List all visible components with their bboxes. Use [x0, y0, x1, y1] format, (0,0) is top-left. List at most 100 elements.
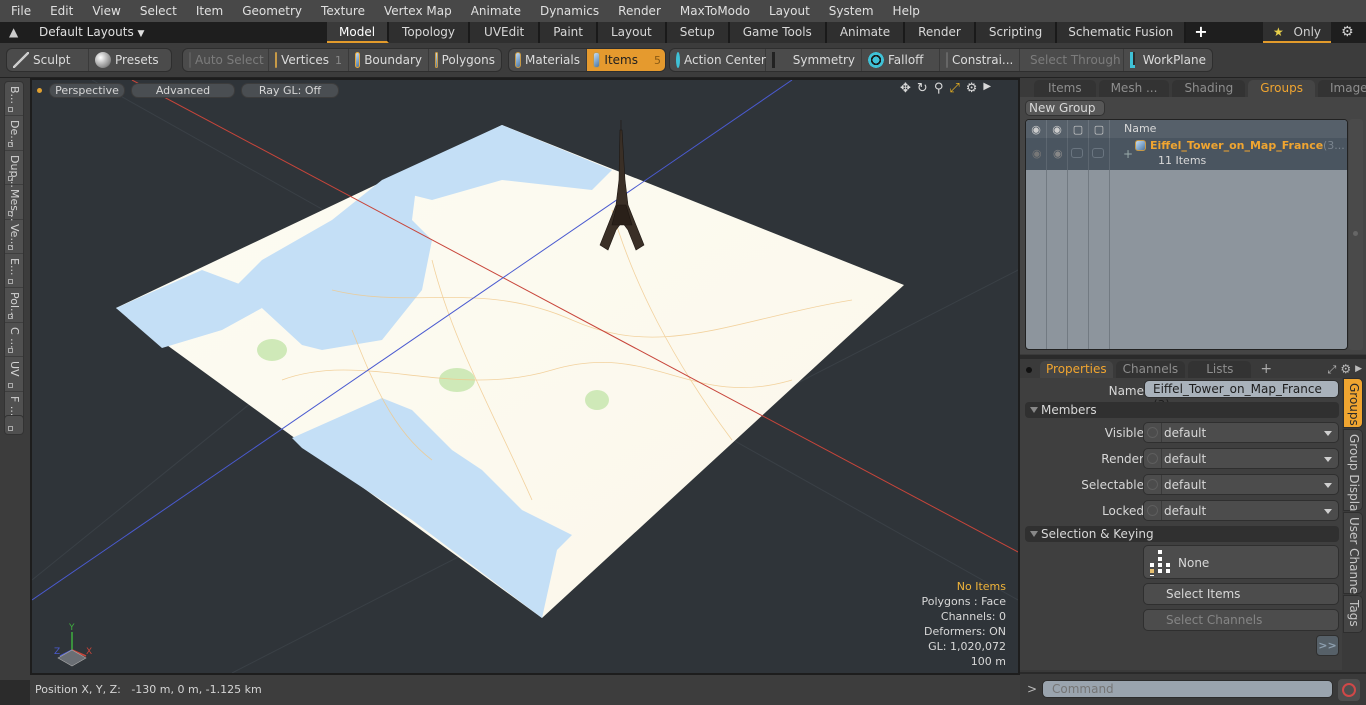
- left-tab-curve[interactable]: C ...: [5, 323, 23, 358]
- render-camera-icon[interactable]: ◉: [1047, 120, 1068, 138]
- row-locked-toggle[interactable]: [1092, 148, 1104, 158]
- vertices-button[interactable]: Vertices 1: [269, 49, 349, 71]
- tab-animate[interactable]: Animate: [826, 22, 906, 43]
- shading-mode-button[interactable]: Advanced: [131, 82, 235, 98]
- tab-groups[interactable]: Groups: [1248, 80, 1315, 97]
- new-group-button[interactable]: New Group: [1025, 100, 1105, 116]
- tab-channels[interactable]: Channels: [1115, 361, 1186, 378]
- command-input[interactable]: [1042, 680, 1333, 698]
- select-items-button[interactable]: Select Items: [1143, 583, 1339, 605]
- tab-uvedit[interactable]: UVEdit: [470, 22, 541, 43]
- left-tab-vertex[interactable]: Ve...: [5, 220, 23, 254]
- select-through-button[interactable]: Select Through: [1020, 49, 1124, 71]
- viewport-expand-arrow-icon[interactable]: ▶: [983, 81, 991, 96]
- tab-schematic-fusion[interactable]: Schematic Fusion: [1057, 22, 1187, 43]
- workplane-button[interactable]: WorkPlane: [1124, 49, 1212, 71]
- menu-item[interactable]: Item: [185, 4, 231, 18]
- left-tab-deform[interactable]: De...: [5, 116, 23, 151]
- left-tab-duplicate[interactable]: Dup...: [5, 151, 23, 188]
- only-toggle[interactable]: ★ Only: [1263, 22, 1331, 43]
- menu-select[interactable]: Select: [129, 4, 185, 18]
- menu-layout[interactable]: Layout: [758, 4, 818, 18]
- side-tab-group-display[interactable]: Group Display: [1343, 429, 1363, 519]
- locked-cube-icon[interactable]: ▢: [1089, 120, 1110, 138]
- group-row[interactable]: ◉ ◉ + Eiffel_Tower_on_Map_France (3... 1…: [1026, 138, 1347, 170]
- polygons-button[interactable]: Polygons: [429, 49, 501, 71]
- side-tab-tags[interactable]: Tags: [1343, 595, 1363, 633]
- tab-lists[interactable]: Lists: [1188, 361, 1252, 378]
- presets-button[interactable]: Presets: [89, 49, 171, 71]
- tab-layout[interactable]: Layout: [597, 22, 667, 43]
- members-section-header[interactable]: Members: [1025, 402, 1339, 418]
- selectable-cube-icon[interactable]: ▢: [1068, 120, 1089, 138]
- add-tab-plus-icon[interactable]: +: [1186, 22, 1215, 43]
- gear-icon[interactable]: ⚙: [1341, 24, 1354, 40]
- maximize-view-icon[interactable]: ⤢: [949, 81, 959, 96]
- select-channels-button[interactable]: Select Channels: [1143, 609, 1339, 631]
- keying-selector[interactable]: None: [1143, 545, 1339, 579]
- layouts-dropdown[interactable]: Default Layouts ▼: [39, 25, 144, 39]
- raygl-button[interactable]: Ray GL: Off: [241, 82, 339, 98]
- tab-paint[interactable]: Paint: [540, 22, 598, 43]
- record-macro-button[interactable]: [1338, 679, 1360, 701]
- left-tab-basic[interactable]: B...: [5, 82, 23, 117]
- tab-properties[interactable]: Properties: [1040, 361, 1113, 378]
- menu-vertex-map[interactable]: Vertex Map: [373, 4, 460, 18]
- viewport-settings-gear-icon[interactable]: ⚙: [966, 81, 978, 96]
- sculpt-button[interactable]: Sculpt: [7, 49, 89, 71]
- more-button[interactable]: >>: [1316, 635, 1339, 656]
- left-tab-polygon[interactable]: Pol...: [5, 288, 23, 323]
- view-mode-button[interactable]: Perspective: [49, 82, 125, 98]
- locked-dropdown[interactable]: default: [1143, 500, 1339, 521]
- row-render-camera-icon[interactable]: ◉: [1053, 147, 1063, 160]
- side-tab-user-channels[interactable]: User Channels: [1343, 512, 1363, 604]
- boundary-button[interactable]: Boundary: [349, 49, 429, 71]
- materials-button[interactable]: Materials: [509, 49, 587, 71]
- menu-help[interactable]: Help: [882, 4, 928, 18]
- selection-keying-section-header[interactable]: Selection & Keying: [1025, 526, 1339, 542]
- falloff-button[interactable]: Falloff: [862, 49, 940, 71]
- scrollbar-handle[interactable]: [1353, 231, 1358, 236]
- left-tab-mesh-edit[interactable]: Mes...: [5, 185, 23, 222]
- rotate-view-icon[interactable]: ↻: [917, 81, 928, 96]
- panel-menu-arrow-icon[interactable]: ▶: [1355, 361, 1362, 378]
- tab-scripting[interactable]: Scripting: [975, 22, 1058, 43]
- menu-system[interactable]: System: [818, 4, 882, 18]
- side-tab-groups[interactable]: Groups: [1343, 378, 1363, 428]
- visibility-eye-icon[interactable]: ◉: [1026, 120, 1047, 138]
- tab-topology[interactable]: Topology: [389, 22, 471, 43]
- left-tab-uv[interactable]: UV: [5, 357, 23, 392]
- menu-maxtomodo[interactable]: MaxToModo: [669, 4, 758, 18]
- menu-geometry[interactable]: Geometry: [231, 4, 310, 18]
- tab-setup[interactable]: Setup: [666, 22, 730, 43]
- collapse-up-icon[interactable]: ▲: [9, 25, 18, 39]
- zoom-view-icon[interactable]: ⚲: [934, 81, 944, 96]
- menu-render[interactable]: Render: [607, 4, 669, 18]
- row-selectable-toggle[interactable]: [1071, 148, 1083, 158]
- tab-model[interactable]: Model: [327, 22, 390, 43]
- action-center-button[interactable]: Action Center: [670, 49, 766, 71]
- maximize-panel-icon[interactable]: ⤢: [1328, 361, 1337, 378]
- tab-items[interactable]: Items: [1034, 80, 1096, 97]
- 3d-viewport[interactable]: Y X Z Perspective Advanced Ray GL: Off ✥…: [30, 78, 1020, 675]
- left-tab-edge[interactable]: E...: [5, 254, 23, 289]
- constraints-button[interactable]: Constrai...: [940, 49, 1020, 71]
- tab-shading[interactable]: Shading: [1172, 80, 1246, 97]
- symmetry-button[interactable]: Symmetry: [766, 49, 862, 71]
- tab-mesh[interactable]: Mesh ...: [1098, 80, 1170, 97]
- menu-texture[interactable]: Texture: [310, 4, 373, 18]
- expand-plus-icon[interactable]: +: [1123, 147, 1133, 161]
- name-column-header[interactable]: Name: [1110, 120, 1156, 138]
- name-input[interactable]: Eiffel_Tower_on_Map_France (3): [1144, 380, 1339, 412]
- items-button[interactable]: Items 5: [587, 49, 665, 71]
- menu-animate[interactable]: Animate: [460, 4, 529, 18]
- menu-file[interactable]: File: [0, 4, 39, 18]
- selectable-dropdown[interactable]: default: [1143, 474, 1339, 495]
- menu-view[interactable]: View: [81, 4, 128, 18]
- auto-select-button[interactable]: Auto Select: [183, 49, 269, 71]
- add-tab-plus-icon[interactable]: +: [1254, 361, 1278, 378]
- render-dropdown[interactable]: default: [1143, 448, 1339, 469]
- row-visibility-eye-icon[interactable]: ◉: [1032, 147, 1042, 160]
- tab-render[interactable]: Render: [905, 22, 976, 43]
- groups-list-scrollbar[interactable]: [1349, 119, 1363, 350]
